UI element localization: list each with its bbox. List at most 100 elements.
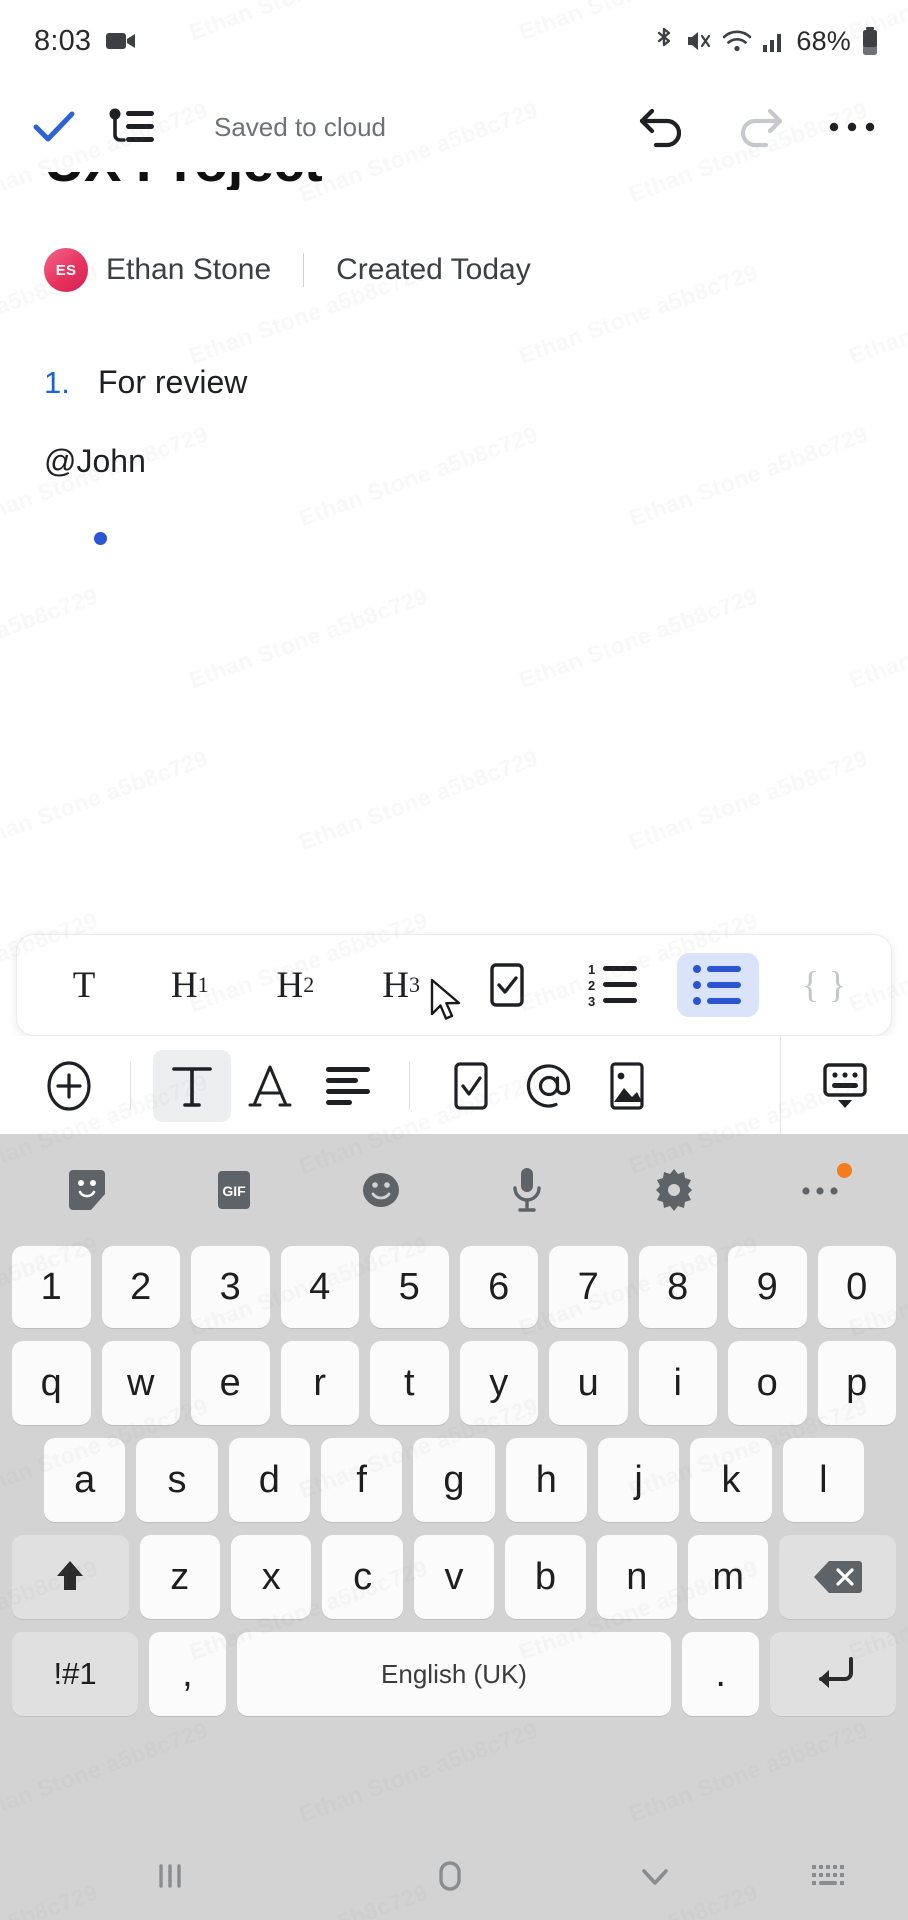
hide-keyboard-button[interactable]	[780, 1036, 908, 1135]
note-editor[interactable]: UX Project ES Ethan Stone Created Today …	[0, 172, 908, 934]
home-button[interactable]	[340, 1854, 560, 1898]
sticker-button[interactable]	[54, 1157, 120, 1223]
body-text-button[interactable]: T	[43, 953, 125, 1017]
key-r[interactable]: r	[280, 1341, 359, 1425]
backspace-key[interactable]	[779, 1535, 896, 1619]
voice-input-button[interactable]	[494, 1157, 560, 1223]
checklist-button[interactable]	[466, 953, 548, 1017]
key-u[interactable]: u	[549, 1341, 628, 1425]
key-l[interactable]: l	[782, 1438, 864, 1522]
image-icon	[604, 1060, 650, 1112]
heading-1-button[interactable]: H1	[149, 953, 231, 1017]
space-key[interactable]: English (UK)	[236, 1632, 672, 1716]
more-icon	[799, 1182, 843, 1198]
period-key[interactable]: .	[682, 1632, 759, 1716]
key-v[interactable]: v	[413, 1535, 495, 1619]
key-8[interactable]: 8	[638, 1246, 717, 1328]
emoji-button[interactable]	[348, 1157, 414, 1223]
list-item[interactable]: 1. For review	[44, 364, 864, 401]
list-marker: 1.	[44, 365, 70, 400]
key-k[interactable]: k	[690, 1438, 772, 1522]
key-i[interactable]: i	[638, 1341, 717, 1425]
key-o[interactable]: o	[728, 1341, 807, 1425]
key-b[interactable]: b	[505, 1535, 586, 1619]
key-f[interactable]: f	[321, 1438, 403, 1522]
key-q[interactable]: q	[12, 1341, 91, 1425]
checkbox-button[interactable]	[432, 1050, 510, 1122]
image-button[interactable]	[588, 1050, 666, 1122]
heading-3-button[interactable]: H3	[360, 953, 442, 1017]
insert-button[interactable]	[30, 1050, 108, 1122]
key-6[interactable]: 6	[459, 1246, 538, 1328]
mention-button[interactable]	[510, 1050, 588, 1122]
heading-3-sub: 3	[408, 972, 420, 997]
font-button[interactable]	[231, 1050, 309, 1122]
check-icon[interactable]	[30, 107, 78, 147]
text-style-button[interactable]	[153, 1049, 231, 1122]
align-left-icon	[322, 1062, 374, 1110]
heading-2-button[interactable]: H2	[254, 953, 336, 1017]
keyboard-toolbar: GIF	[0, 1134, 908, 1246]
heading-1-label: H	[170, 964, 198, 1006]
key-j[interactable]: j	[597, 1438, 680, 1522]
emoji-icon	[357, 1166, 405, 1214]
home-icon	[428, 1854, 472, 1898]
numbered-list-button[interactable]: 1 2 3	[572, 953, 654, 1017]
enter-key[interactable]	[769, 1632, 896, 1716]
key-t[interactable]: t	[370, 1341, 449, 1425]
key-4[interactable]: 4	[280, 1246, 359, 1328]
key-e[interactable]: e	[191, 1341, 270, 1425]
key-3[interactable]: 3	[191, 1246, 270, 1328]
key-d[interactable]: d	[228, 1438, 310, 1522]
comma-key[interactable]: ,	[149, 1632, 226, 1716]
note-title[interactable]: UX Project	[44, 172, 864, 190]
symbols-key[interactable]: !#1	[12, 1632, 139, 1716]
undo-icon[interactable]	[636, 103, 690, 151]
meta-divider	[303, 253, 305, 287]
redo-icon[interactable]	[732, 103, 786, 151]
mention-paragraph[interactable]: @John	[44, 443, 864, 480]
note-metadata: ES Ethan Stone Created Today	[44, 248, 864, 292]
more-options-icon[interactable]	[828, 117, 876, 137]
shift-key[interactable]	[12, 1535, 129, 1619]
gif-button[interactable]: GIF	[201, 1157, 267, 1223]
key-1[interactable]: 1	[12, 1246, 91, 1328]
key-2[interactable]: 2	[101, 1246, 180, 1328]
bluetooth-icon	[652, 26, 676, 56]
note-content[interactable]: 1. For review @John	[44, 364, 864, 545]
recents-button[interactable]	[0, 1854, 340, 1898]
key-5[interactable]: 5	[370, 1246, 449, 1328]
list-item-text[interactable]: For review	[98, 364, 247, 401]
key-a[interactable]: a	[44, 1438, 126, 1522]
key-0[interactable]: 0	[817, 1246, 896, 1328]
toolbar-divider	[130, 1061, 131, 1110]
key-p[interactable]: p	[817, 1341, 896, 1425]
key-s[interactable]: s	[136, 1438, 218, 1522]
at-mention-icon	[522, 1059, 576, 1113]
gif-icon: GIF	[211, 1166, 257, 1214]
status-bar: 8:03 68%	[0, 0, 908, 82]
list-item[interactable]	[52, 532, 864, 545]
key-g[interactable]: g	[413, 1438, 495, 1522]
key-c[interactable]: c	[322, 1535, 403, 1619]
keyboard-settings-button[interactable]	[641, 1157, 707, 1223]
key-9[interactable]: 9	[728, 1246, 807, 1328]
signal-icon	[761, 28, 787, 54]
app-bar-left: Saved to cloud	[30, 105, 386, 149]
keyboard-switch-button[interactable]	[750, 1858, 908, 1894]
key-z[interactable]: z	[139, 1535, 220, 1619]
key-x[interactable]: x	[230, 1535, 312, 1619]
key-7[interactable]: 7	[549, 1246, 628, 1328]
key-w[interactable]: w	[101, 1341, 180, 1425]
code-block-button[interactable]: { }	[783, 953, 865, 1017]
checkbox-icon	[448, 1060, 494, 1112]
key-y[interactable]: y	[459, 1341, 538, 1425]
bulleted-list-button[interactable]	[677, 953, 760, 1017]
keyboard-more-button[interactable]	[788, 1157, 854, 1223]
collapse-keyboard-button[interactable]	[560, 1854, 750, 1898]
key-m[interactable]: m	[688, 1535, 769, 1619]
note-outline-icon[interactable]	[106, 105, 158, 149]
key-h[interactable]: h	[505, 1438, 587, 1522]
align-button[interactable]	[309, 1050, 387, 1122]
key-n[interactable]: n	[596, 1535, 678, 1619]
